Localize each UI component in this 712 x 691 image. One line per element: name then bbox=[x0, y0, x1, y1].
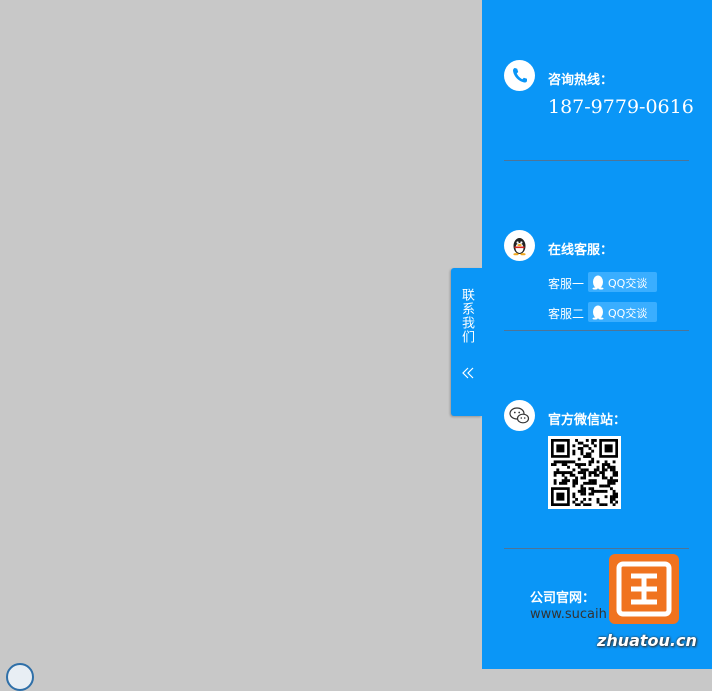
wechat-icon bbox=[504, 400, 535, 431]
qq-penguin-small-icon bbox=[592, 305, 604, 320]
qq-chat-button[interactable]: QQ交谈 bbox=[588, 302, 657, 322]
hotline-title: 咨询热线： bbox=[548, 73, 614, 88]
service-agent-label: 客服二 bbox=[548, 307, 585, 321]
contact-us-tab-label: 联系我们 bbox=[459, 288, 474, 344]
online-service-title: 在线客服： bbox=[548, 243, 614, 258]
qq-penguin-icon bbox=[504, 230, 535, 261]
qq-chat-button-label: QQ交谈 bbox=[608, 277, 648, 290]
watermark-logo bbox=[609, 554, 679, 624]
divider bbox=[504, 330, 689, 331]
wechat-qr-code bbox=[548, 436, 621, 509]
contact-us-tab[interactable]: 联系我们 bbox=[451, 268, 482, 416]
wechat-title: 官方微信站： bbox=[548, 413, 627, 428]
divider bbox=[504, 160, 689, 161]
website-title: 公司官网： bbox=[530, 591, 596, 606]
website-link[interactable]: www.sucaih bbox=[530, 607, 607, 622]
corner-widget[interactable] bbox=[6, 663, 34, 691]
service-agent-label: 客服一 bbox=[548, 277, 585, 291]
qq-chat-button[interactable]: QQ交谈 bbox=[588, 272, 657, 292]
divider bbox=[504, 548, 689, 549]
qq-penguin-small-icon bbox=[592, 275, 604, 290]
phone-icon bbox=[504, 60, 535, 91]
double-chevron-left-icon bbox=[462, 367, 474, 379]
hotline-phone[interactable]: 187-9779-0616 bbox=[548, 96, 694, 118]
qq-chat-button-label: QQ交谈 bbox=[608, 307, 648, 320]
watermark-text: zhuatou.cn bbox=[597, 631, 697, 650]
